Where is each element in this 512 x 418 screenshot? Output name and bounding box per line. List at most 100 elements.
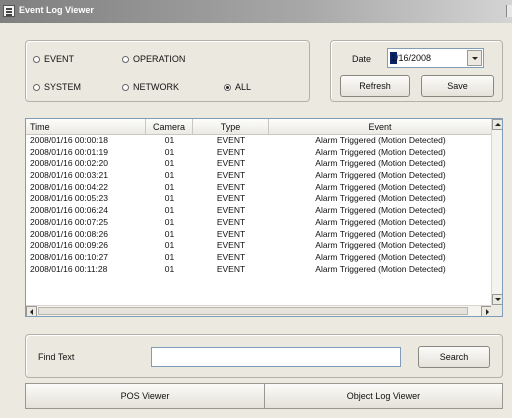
- camera-cell: 01: [164, 240, 175, 251]
- time-cell: 2008/01/16 00:04:22: [30, 181, 108, 192]
- log-table-header: Time Camera Type Event: [26, 119, 492, 135]
- event-cell: Alarm Triggered (Motion Detected): [315, 158, 446, 169]
- camera-cell: 01: [164, 158, 175, 169]
- table-row[interactable]: 2008/01/16 00:07:25 01 EVENT Alarm Triggere…: [26, 217, 492, 229]
- event-cell: Alarm Triggered (Motion Detected): [315, 240, 446, 251]
- radio-network[interactable]: NETWORK: [122, 82, 179, 92]
- title-bar: Event Log Viewer: [0, 0, 512, 23]
- radio-event[interactable]: EVENT: [33, 54, 74, 64]
- camera-cell: 01: [164, 181, 175, 192]
- radio-event-dot[interactable]: [33, 55, 40, 63]
- horizontal-scroll-thumb[interactable]: [38, 307, 468, 315]
- time-cell: 2008/01/16 00:11:28: [30, 263, 108, 274]
- table-row[interactable]: 2008/01/16 00:10:27 01 EVENT Alarm Triggere…: [26, 252, 492, 264]
- time-cell: 2008/01/16 00:07:25: [30, 216, 108, 227]
- radio-system-dot[interactable]: [33, 83, 40, 91]
- event-cell: Alarm Triggered (Motion Detected): [315, 193, 446, 204]
- camera-cell: 01: [164, 146, 175, 157]
- camera-cell: 01: [164, 251, 175, 262]
- table-row[interactable]: 2008/01/16 00:06:24 01 EVENT Alarm Triggere…: [26, 205, 492, 217]
- date-picker[interactable]: 1/16/2008: [387, 48, 484, 68]
- table-row[interactable]: 2008/01/16 00:03:21 01 EVENT Alarm Triggere…: [26, 170, 492, 182]
- time-cell: 2008/01/16 00:06:24: [30, 205, 108, 216]
- object-log-viewer-button[interactable]: Object Log Viewer: [264, 383, 503, 409]
- radio-network-dot[interactable]: [122, 83, 129, 91]
- camera-cell: 01: [164, 263, 175, 274]
- camera-cell: 01: [164, 170, 175, 181]
- log-table-rows: 2008/01/16 00:00:18 01 EVENT Alarm Triggere…: [26, 135, 492, 275]
- type-cell: EVENT: [216, 228, 246, 239]
- refresh-button[interactable]: Refresh: [340, 75, 410, 97]
- event-cell: Alarm Triggered (Motion Detected): [315, 146, 446, 157]
- time-cell: 2008/01/16 00:05:23: [30, 193, 108, 204]
- type-cell: EVENT: [216, 158, 246, 169]
- event-log-viewer-window: Event Log Viewer EVENT OPERATION SYSTEM …: [0, 0, 512, 418]
- window-title: Event Log Viewer: [19, 5, 94, 15]
- table-row[interactable]: 2008/01/16 00:04:22 01 EVENT Alarm Triggere…: [26, 182, 492, 194]
- radio-all[interactable]: ALL: [224, 82, 251, 92]
- save-button[interactable]: Save: [421, 75, 494, 97]
- camera-cell: 01: [164, 228, 175, 239]
- date-label: Date: [352, 54, 372, 64]
- find-text-label: Find Text: [38, 352, 75, 362]
- table-row[interactable]: 2008/01/16 00:09:26 01 EVENT Alarm Triggere…: [26, 240, 492, 252]
- time-cell: 2008/01/16 00:03:21: [30, 170, 108, 181]
- event-cell: Alarm Triggered (Motion Detected): [315, 228, 446, 239]
- time-cell: 2008/01/16 00:10:27: [30, 251, 108, 262]
- camera-cell: 01: [164, 216, 175, 227]
- chevron-down-icon[interactable]: [467, 50, 482, 66]
- table-row[interactable]: 2008/01/16 00:05:23 01 EVENT Alarm Triggere…: [26, 193, 492, 205]
- event-cell: Alarm Triggered (Motion Detected): [315, 251, 446, 262]
- scroll-left-icon[interactable]: [26, 306, 37, 316]
- app-icon: [3, 5, 15, 17]
- type-cell: EVENT: [216, 263, 246, 274]
- column-header-event[interactable]: Event: [269, 119, 492, 135]
- event-cell: Alarm Triggered (Motion Detected): [315, 216, 446, 227]
- filter-group: [25, 40, 310, 102]
- time-cell: 2008/01/16 00:00:18: [30, 135, 108, 145]
- type-cell: EVENT: [216, 251, 246, 262]
- scroll-up-icon[interactable]: [492, 119, 502, 130]
- type-cell: EVENT: [216, 205, 246, 216]
- table-row[interactable]: 2008/01/16 00:00:18 01 EVENT Alarm Triggere…: [26, 135, 492, 147]
- radio-system-label: SYSTEM: [44, 82, 82, 92]
- date-value: 1/16/2008: [391, 53, 432, 63]
- vertical-scrollbar[interactable]: [491, 119, 502, 305]
- find-text-input[interactable]: [151, 347, 401, 367]
- log-table: Time Camera Type Event 2008/01/16 00:00:…: [25, 118, 503, 317]
- radio-all-label: ALL: [235, 82, 252, 92]
- time-cell: 2008/01/16 00:09:26: [30, 240, 108, 251]
- table-row[interactable]: 2008/01/16 00:02:20 01 EVENT Alarm Triggere…: [26, 158, 492, 170]
- table-row[interactable]: 2008/01/16 00:01:19 01 EVENT Alarm Triggere…: [26, 147, 492, 159]
- radio-event-label: EVENT: [44, 54, 75, 64]
- event-cell: Alarm Triggered (Motion Detected): [315, 263, 446, 274]
- close-button[interactable]: [506, 5, 512, 17]
- scrollbar-corner: [491, 305, 502, 316]
- scroll-down-icon[interactable]: [492, 294, 502, 305]
- search-button[interactable]: Search: [418, 346, 490, 368]
- time-cell: 2008/01/16 00:08:26: [30, 228, 108, 239]
- radio-system[interactable]: SYSTEM: [33, 82, 81, 92]
- column-header-type[interactable]: Type: [193, 119, 269, 135]
- horizontal-scrollbar[interactable]: [26, 305, 492, 316]
- camera-cell: 01: [164, 135, 175, 145]
- radio-all-dot[interactable]: [224, 83, 231, 91]
- pos-viewer-button[interactable]: POS Viewer: [25, 383, 265, 409]
- camera-cell: 01: [164, 205, 175, 216]
- column-header-time[interactable]: Time: [26, 119, 146, 135]
- time-cell: 2008/01/16 00:02:20: [30, 158, 108, 169]
- camera-cell: 01: [164, 193, 175, 204]
- type-cell: EVENT: [216, 240, 246, 251]
- event-cell: Alarm Triggered (Motion Detected): [315, 181, 446, 192]
- event-cell: Alarm Triggered (Motion Detected): [315, 170, 446, 181]
- table-row[interactable]: 2008/01/16 00:11:28 01 EVENT Alarm Triggere…: [26, 264, 492, 276]
- type-cell: EVENT: [216, 170, 246, 181]
- radio-operation-dot[interactable]: [122, 55, 129, 63]
- column-header-camera[interactable]: Camera: [146, 119, 193, 135]
- radio-operation-label: OPERATION: [133, 54, 186, 64]
- type-cell: EVENT: [216, 181, 246, 192]
- type-cell: EVENT: [216, 193, 246, 204]
- radio-operation[interactable]: OPERATION: [122, 54, 185, 64]
- table-row[interactable]: 2008/01/16 00:08:26 01 EVENT Alarm Triggere…: [26, 229, 492, 241]
- time-cell: 2008/01/16 00:01:19: [30, 146, 108, 157]
